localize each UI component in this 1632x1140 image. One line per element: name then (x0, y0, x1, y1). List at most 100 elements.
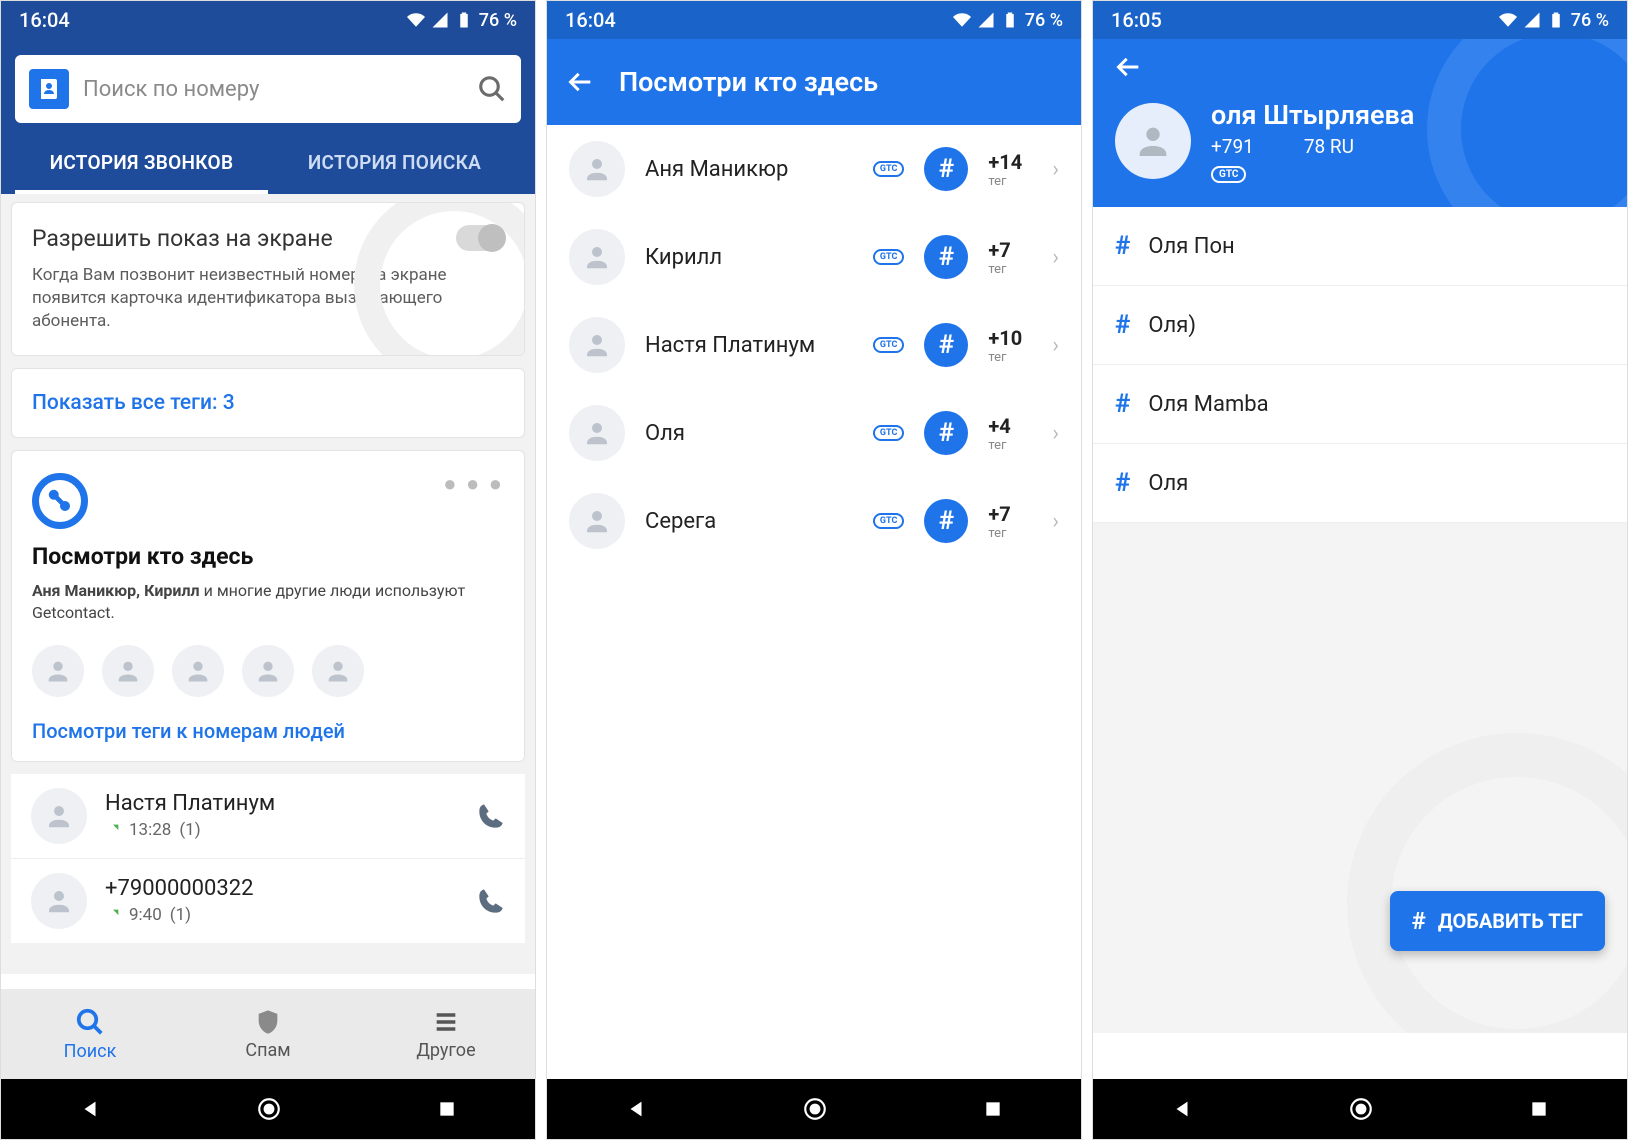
status-icons: 76 % (953, 10, 1063, 31)
page-title: Посмотри кто здесь (619, 66, 878, 98)
nav-back-icon[interactable] (625, 1098, 647, 1120)
call-button[interactable] (477, 887, 505, 915)
nav-back-icon[interactable] (1171, 1098, 1193, 1120)
battery-icon (1001, 11, 1019, 29)
avatar-icon (242, 645, 294, 697)
person-name: Настя Платинум (645, 333, 853, 358)
status-icons: 76 % (1499, 10, 1609, 31)
tab-search-history[interactable]: ИСТОРИЯ ПОИСКА (268, 137, 521, 194)
avatar-icon (569, 317, 625, 373)
call-name: Настя Платинум (105, 791, 459, 816)
tag-label: Оля Mamba (1148, 392, 1268, 417)
search-icon[interactable] (477, 74, 507, 104)
tab-call-history[interactable]: ИСТОРИЯ ЗВОНКОВ (15, 137, 268, 194)
tag-label: Оля (1148, 471, 1188, 496)
people-list[interactable]: Аня Маникюр GTC # +14тег › Кирилл GTC # … (547, 125, 1081, 565)
avatar-icon (1115, 103, 1191, 179)
nav-home-icon[interactable] (256, 1096, 282, 1122)
permission-toggle[interactable] (456, 225, 504, 251)
screen-profile: 16:05 76 % оля Штырляева +79178 RU GTC (1092, 0, 1628, 1140)
person-row[interactable]: Настя Платинум GTC # +10тег › (547, 301, 1081, 389)
call-row[interactable]: Настя Платинум 13:28(1) (11, 774, 525, 858)
nav-recent-icon[interactable] (437, 1099, 457, 1119)
tabs: ИСТОРИЯ ЗВОНКОВ ИСТОРИЯ ПОИСКА (15, 137, 521, 194)
person-row[interactable]: Аня Маникюр GTC # +14тег › (547, 125, 1081, 213)
avatar-icon (31, 873, 87, 929)
hash-icon: # (924, 411, 968, 455)
status-time: 16:05 (1111, 8, 1162, 32)
back-button[interactable] (567, 68, 595, 96)
tag-count: +10тег (988, 326, 1032, 365)
add-tag-label: ДОБАВИТЬ ТЕГ (1438, 909, 1583, 933)
person-row[interactable]: Кирилл GTC # +7тег › (547, 213, 1081, 301)
call-row[interactable]: +79000000322 9:40(1) (11, 858, 525, 943)
person-name: Серега (645, 509, 853, 534)
watermark-icon (1427, 39, 1627, 207)
signal-icon (431, 11, 449, 29)
add-tag-button[interactable]: # ДОБАВИТЬ ТЕГ (1390, 891, 1605, 951)
battery-percent: 76 % (1025, 10, 1063, 31)
menu-icon (432, 1008, 460, 1036)
chevron-right-icon: › (1052, 157, 1059, 182)
gtc-badge: GTC (873, 425, 904, 441)
call-button[interactable] (477, 802, 505, 830)
main-content[interactable]: Разрешить показ на экране Когда Вам позв… (1, 194, 535, 974)
hash-icon: # (924, 499, 968, 543)
hash-icon: # (1115, 231, 1130, 261)
chevron-right-icon: › (1052, 333, 1059, 358)
person-row[interactable]: Оля GTC # +4тег › (547, 389, 1081, 477)
call-meta: 9:40(1) (105, 905, 459, 925)
call-info: +79000000322 9:40(1) (105, 876, 459, 925)
search-input[interactable]: Поиск по номеру (15, 55, 521, 123)
person-row[interactable]: Серега GTC # +7тег › (547, 477, 1081, 565)
tag-row[interactable]: #Оля Mamba (1093, 365, 1627, 444)
status-time: 16:04 (19, 8, 70, 32)
show-all-tags-link[interactable]: Показать все теги: 3 (11, 368, 525, 438)
nav-home-icon[interactable] (802, 1096, 828, 1122)
hash-icon: # (924, 323, 968, 367)
tag-count: +14тег (988, 150, 1032, 189)
nav-search[interactable]: Поиск (1, 989, 179, 1079)
permission-card: Разрешить показ на экране Когда Вам позв… (11, 202, 525, 356)
nav-recent-icon[interactable] (1529, 1099, 1549, 1119)
nav-spam[interactable]: Спам (179, 989, 357, 1079)
android-nav (547, 1079, 1081, 1139)
promo-sub: Аня Маникюр, Кирилл и многие другие люди… (32, 580, 504, 625)
app-logo-icon (32, 473, 88, 529)
call-meta: 13:28(1) (105, 820, 459, 840)
person-name: Оля (645, 421, 853, 446)
battery-icon (455, 11, 473, 29)
screen-who-is-here: 16:04 76 % Посмотри кто здесь Аня Маникю… (546, 0, 1082, 1140)
header: Посмотри кто здесь (547, 39, 1081, 125)
bottom-nav: Поиск Спам Другое (1, 989, 535, 1079)
gtc-badge: GTC (873, 161, 904, 177)
avatar-icon (172, 645, 224, 697)
nav-spam-label: Спам (245, 1040, 290, 1061)
tag-row[interactable]: #Оля) (1093, 286, 1627, 365)
nav-recent-icon[interactable] (983, 1099, 1003, 1119)
tag-row[interactable]: #Оля Пон (1093, 207, 1627, 286)
chevron-right-icon: › (1052, 421, 1059, 446)
hash-icon: # (924, 147, 968, 191)
gtc-badge: GTC (873, 513, 904, 529)
nav-back-icon[interactable] (79, 1098, 101, 1120)
nav-other-label: Другое (416, 1040, 475, 1061)
person-name: Аня Маникюр (645, 157, 853, 182)
call-info: Настя Платинум 13:28(1) (105, 791, 459, 840)
gtc-badge: GTC (873, 249, 904, 265)
tag-row[interactable]: #Оля (1093, 444, 1627, 523)
status-bar: 16:04 76 % (1, 1, 535, 39)
profile-name: оля Штырляева (1211, 99, 1414, 131)
profile-phone: +79178 RU (1211, 135, 1414, 158)
screen-search: 16:04 76 % Поиск по номеру ИСТОРИЯ ЗВОНК… (0, 0, 536, 1140)
promo-link[interactable]: Посмотри теги к номерам людей (32, 719, 504, 743)
wifi-icon (1499, 11, 1517, 29)
nav-home-icon[interactable] (1348, 1096, 1374, 1122)
profile-header: оля Штырляева +79178 RU GTC (1093, 39, 1627, 207)
nav-other[interactable]: Другое (357, 989, 535, 1079)
status-bar: 16:05 76 % (1093, 1, 1627, 39)
tags-list[interactable]: #Оля Пон #Оля) #Оля Mamba #Оля # ДОБАВИТ… (1093, 207, 1627, 1033)
signal-icon (977, 11, 995, 29)
more-icon[interactable]: ● ● ● (443, 471, 504, 497)
chevron-right-icon: › (1052, 245, 1059, 270)
